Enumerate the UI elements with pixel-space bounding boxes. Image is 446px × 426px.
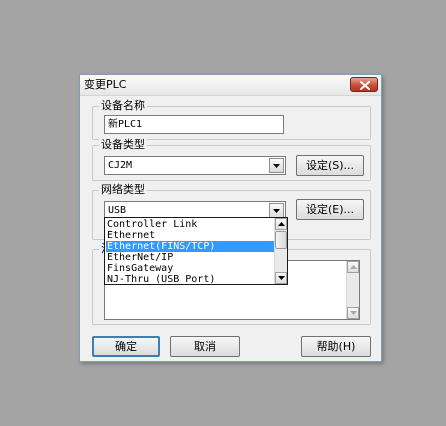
- device-name-label: 设备名称: [99, 99, 147, 113]
- network-type-dropdown-button[interactable]: [269, 203, 284, 218]
- scroll-down-button[interactable]: [347, 307, 359, 319]
- arrow-down-icon: [350, 311, 357, 315]
- network-option-controller-link[interactable]: Controller Link: [106, 219, 275, 230]
- network-option-ethernet-ip[interactable]: EtherNet/IP: [106, 252, 275, 263]
- desktop-background: 变更PLC 设备名称 新PLC1 设备类型 CJ2M 设定(S)... 网络类型…: [0, 0, 446, 426]
- dropdown-scroll-thumb[interactable]: [275, 231, 287, 249]
- network-option-finsgateway[interactable]: FinsGateway: [106, 263, 275, 274]
- cancel-button[interactable]: 取消: [170, 336, 240, 357]
- device-type-combo[interactable]: CJ2M: [104, 156, 286, 175]
- device-type-value: CJ2M: [108, 160, 133, 171]
- arrow-up-icon: [350, 265, 357, 269]
- scroll-up-button[interactable]: [347, 261, 359, 273]
- device-type-settings-button[interactable]: 设定(S)...: [296, 155, 364, 176]
- device-type-group: 设备类型 CJ2M 设定(S)...: [92, 138, 371, 181]
- help-button[interactable]: 帮助(H): [301, 336, 371, 357]
- arrow-up-icon: [278, 222, 285, 226]
- dropdown-scroll-up-button[interactable]: [275, 218, 287, 230]
- close-icon: [360, 81, 370, 90]
- device-name-group: 设备名称 新PLC1: [92, 99, 371, 140]
- ok-button[interactable]: 确定: [92, 336, 160, 357]
- device-name-input[interactable]: 新PLC1: [104, 115, 284, 134]
- comment-scrollbar[interactable]: [346, 261, 359, 319]
- dialog-title: 变更PLC: [84, 78, 127, 91]
- network-type-dropdown-list[interactable]: Controller Link Ethernet Ethernet(FINS/T…: [104, 217, 288, 285]
- arrow-down-icon: [278, 276, 285, 280]
- network-option-ethernet-fins-tcp[interactable]: Ethernet(FINS/TCP): [106, 241, 275, 252]
- close-button[interactable]: [350, 77, 378, 92]
- network-type-settings-button[interactable]: 设定(E)...: [296, 199, 364, 220]
- dropdown-scrollbar[interactable]: [274, 218, 287, 284]
- device-type-label: 设备类型: [99, 138, 147, 152]
- network-type-label: 网络类型: [99, 183, 147, 197]
- chevron-down-icon: [273, 164, 280, 168]
- device-type-dropdown-button[interactable]: [269, 158, 284, 173]
- network-option-ethernet[interactable]: Ethernet: [106, 230, 275, 241]
- dropdown-scroll-down-button[interactable]: [275, 272, 287, 284]
- change-plc-dialog: 变更PLC 设备名称 新PLC1 设备类型 CJ2M 设定(S)... 网络类型…: [79, 74, 382, 362]
- dialog-titlebar[interactable]: 变更PLC: [80, 75, 381, 96]
- chevron-down-icon: [273, 209, 280, 213]
- network-option-nj-thru-usb[interactable]: NJ-Thru (USB Port): [106, 274, 275, 285]
